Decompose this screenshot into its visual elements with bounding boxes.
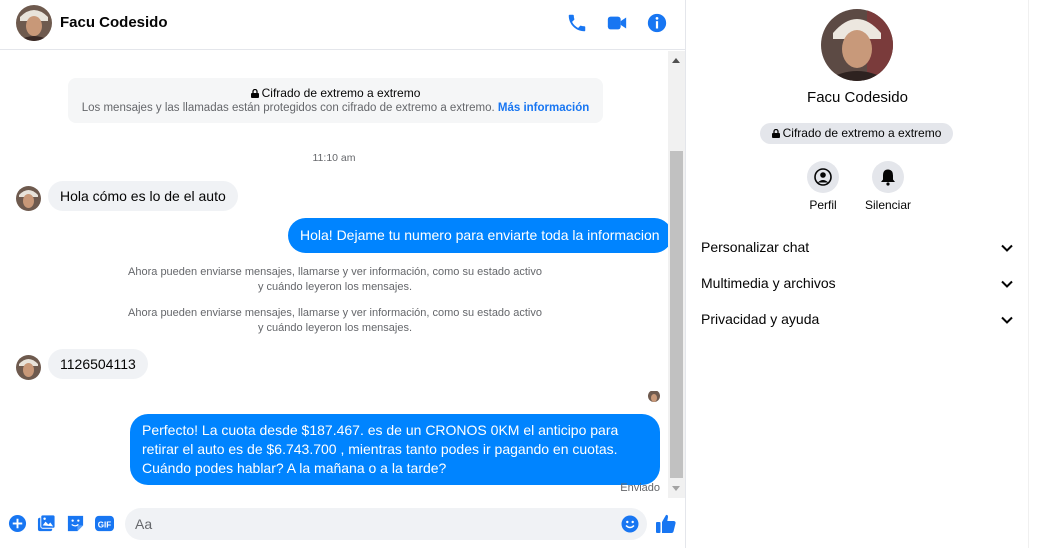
scroll-down-icon[interactable] <box>672 486 680 491</box>
message-bubble-outgoing[interactable]: Perfecto! La cuota desde $187.467. es de… <box>130 414 660 485</box>
contact-avatar-small[interactable] <box>16 355 41 380</box>
message-timestamp: 11:10 am <box>312 152 356 164</box>
video-call-icon[interactable] <box>606 12 628 34</box>
encryption-notice: Cifrado de extremo a extremo Los mensaje… <box>68 78 603 123</box>
lock-icon <box>250 89 259 98</box>
chat-header: Facu Codesido <box>0 0 685 50</box>
composer: GIF <box>0 500 685 548</box>
mute-button[interactable]: Silenciar <box>848 161 928 212</box>
section-media-files[interactable]: Multimedia y archivos <box>701 269 1014 297</box>
message-scrollbar[interactable] <box>668 51 685 498</box>
system-message: Ahora pueden enviarse mensajes, llamarse… <box>128 307 542 334</box>
encryption-badge[interactable]: Cifrado de extremo a extremo <box>760 123 953 144</box>
svg-text:GIF: GIF <box>98 520 112 529</box>
conversation-info-panel: Facu Codesido Cifrado de extremo a extre… <box>687 0 1028 548</box>
thumbs-up-icon[interactable] <box>655 513 677 535</box>
message-input[interactable] <box>135 508 615 540</box>
profile-name: Facu Codesido <box>807 89 908 106</box>
message-bubble-outgoing[interactable]: Hola! Dejame tu numero para enviarte tod… <box>288 218 668 253</box>
delivery-status: Enviado <box>620 482 660 494</box>
bell-icon <box>872 161 904 193</box>
chevron-down-icon <box>1001 244 1013 252</box>
contact-avatar-small[interactable] <box>16 186 41 211</box>
photo-icon[interactable] <box>37 514 56 533</box>
message-list[interactable]: Cifrado de extremo a extremo Los mensaje… <box>0 51 668 498</box>
contact-name[interactable]: Facu Codesido <box>60 14 168 31</box>
section-customize-chat[interactable]: Personalizar chat <box>701 233 1014 261</box>
more-actions-icon[interactable] <box>8 514 27 533</box>
message-input-container <box>125 508 647 540</box>
system-message: Ahora pueden enviarse mensajes, llamarse… <box>128 266 542 293</box>
gif-icon[interactable]: GIF <box>95 514 114 533</box>
encryption-description: Los mensajes y las llamadas están proteg… <box>81 102 495 114</box>
lock-icon <box>771 129 780 138</box>
encryption-title: Cifrado de extremo a extremo <box>261 86 421 100</box>
read-receipt-avatar <box>648 390 660 402</box>
contact-avatar[interactable] <box>16 5 52 41</box>
sticker-icon[interactable] <box>66 514 85 533</box>
profile-avatar[interactable] <box>821 9 893 81</box>
phone-call-icon[interactable] <box>566 12 588 34</box>
chat-column: Facu Codesido Cifrado de extremo a extre… <box>0 0 686 548</box>
more-info-link[interactable]: Más información <box>498 102 589 114</box>
chevron-down-icon <box>1001 280 1013 288</box>
info-icon[interactable] <box>646 12 668 34</box>
emoji-icon[interactable] <box>621 515 639 533</box>
panel-scrollbar[interactable] <box>1028 0 1038 548</box>
scrollbar-thumb[interactable] <box>670 151 683 478</box>
section-privacy-help[interactable]: Privacidad y ayuda <box>701 305 1014 333</box>
message-bubble-incoming[interactable]: 1126504113 <box>48 349 148 379</box>
message-bubble-incoming[interactable]: Hola cómo es lo de el auto <box>48 181 238 211</box>
scroll-up-icon[interactable] <box>672 58 680 63</box>
chevron-down-icon <box>1001 316 1013 324</box>
profile-icon <box>807 161 839 193</box>
